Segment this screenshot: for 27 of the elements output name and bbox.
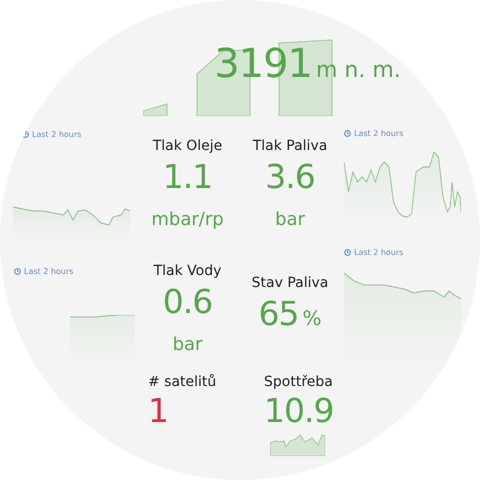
clock-icon [344,130,351,137]
clock-icon [344,249,351,256]
panel-title: # satelitů [148,374,216,390]
stat-value: 1.1 [162,160,212,193]
time-range-label[interactable]: Last 2 hours [14,267,135,276]
stat-unit: bar [172,334,202,355]
stat-unit: % [302,306,322,330]
stat-value: 3.6 [265,160,315,193]
panel-title: Spottřeba [264,374,333,390]
panel-title: Tlak Paliva [252,138,328,154]
stat-unit: bar [275,209,305,230]
time-range-label[interactable]: Last 2 hours [344,129,480,138]
stat-unit: mbar/rp [151,209,224,230]
panel-title: Tlak Vody [154,263,222,279]
stat-unit: m n. m. [316,58,401,83]
clock-icon [22,131,29,138]
stat-value: 10.9 [264,394,334,427]
stat-value: 3191 [214,44,312,84]
time-range-label[interactable]: Last 2 hours [344,248,480,257]
stat-value: 1 [148,394,168,427]
panel-title: Stav Paliva [252,275,328,291]
time-range-label[interactable]: Last 2 hours [22,130,135,139]
stat-value: 0.6 [162,285,212,318]
panel-title: Tlak Oleje [152,138,222,154]
stat-value: 65 [258,297,298,330]
sparkline-chart [270,433,325,456]
clock-icon [14,268,21,275]
